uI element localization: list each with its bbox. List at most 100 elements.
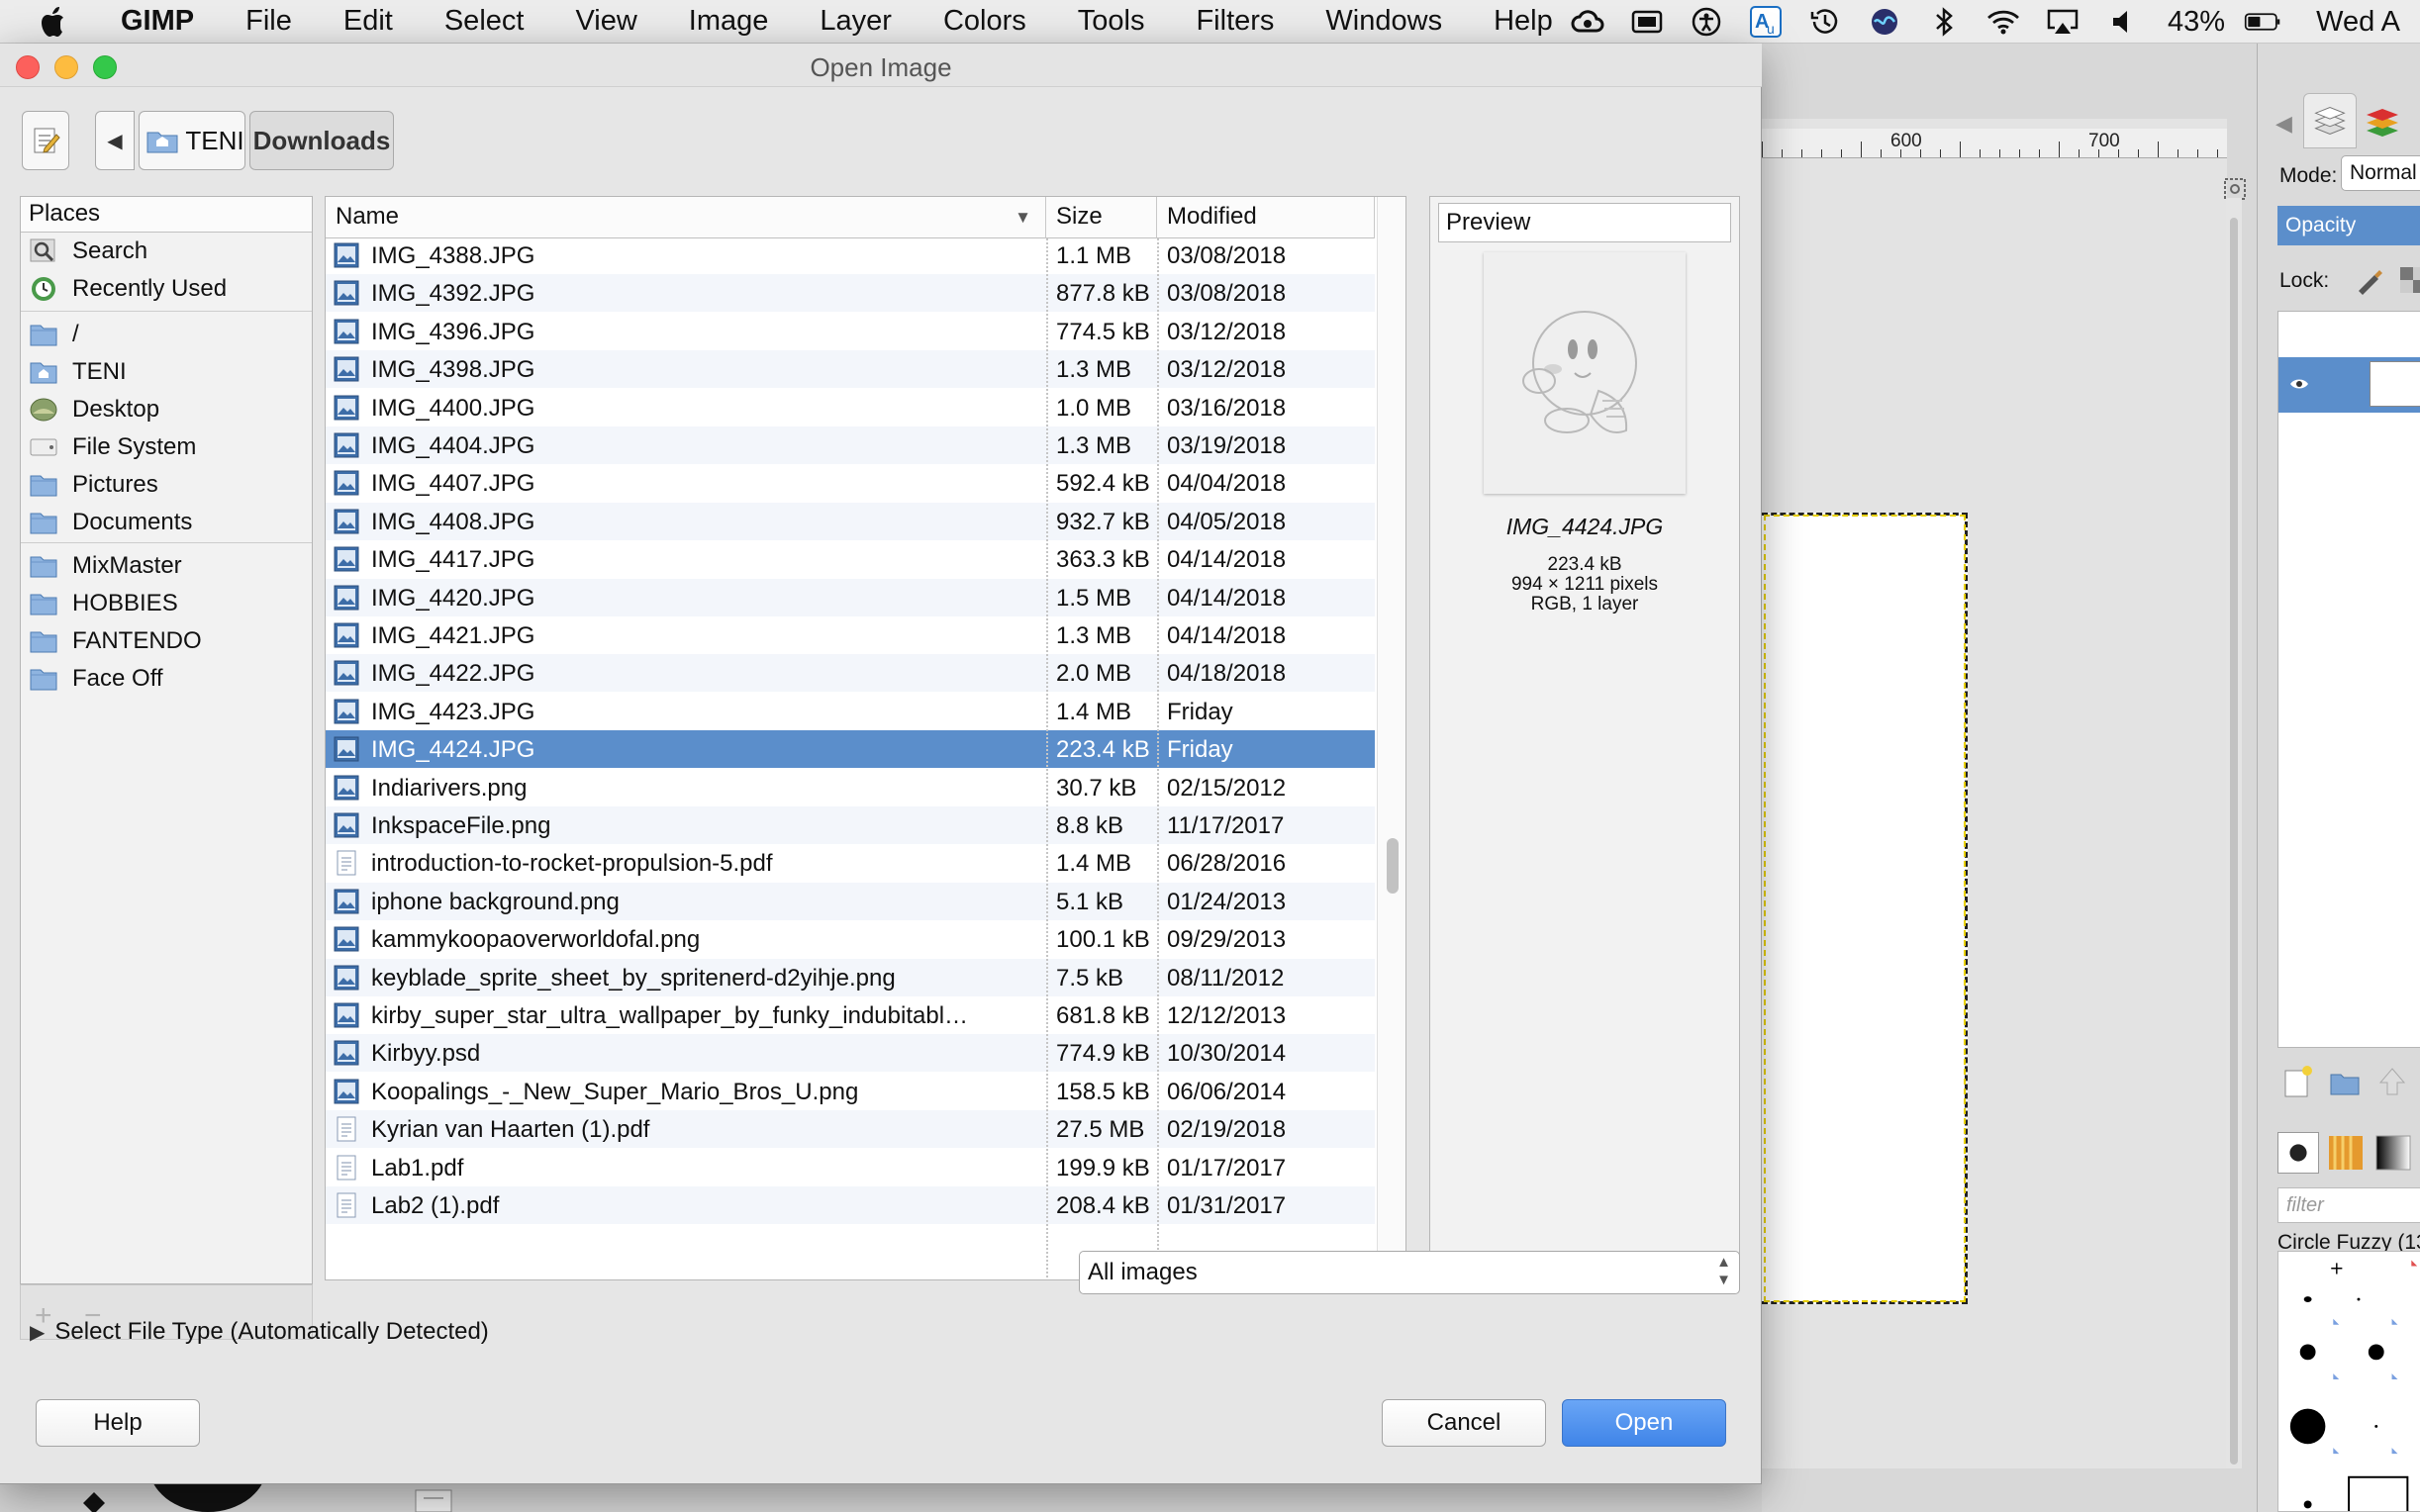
layer-row[interactable]: [2278, 357, 2420, 413]
place-item[interactable]: FANTENDO: [21, 622, 312, 660]
opacity-slider[interactable]: Opacity: [2277, 206, 2420, 245]
airplay-icon[interactable]: [2044, 5, 2081, 39]
place-item[interactable]: File System: [21, 428, 312, 466]
file-row[interactable]: IMG_4400.JPG 1.0 MB 03/16/2018: [326, 389, 1375, 426]
menu-tools[interactable]: Tools: [1052, 5, 1171, 38]
select-file-type-expander[interactable]: ▶ Select File Type (Automatically Detect…: [30, 1318, 489, 1346]
gradients-tab-icon[interactable]: [2372, 1132, 2414, 1174]
file-row[interactable]: kammykoopaoverworldofal.png 100.1 kB 09/29…: [326, 920, 1375, 958]
channels-tab-icon[interactable]: [2357, 93, 2410, 148]
menu-colors[interactable]: Colors: [918, 5, 1052, 38]
dock-menu-arrow-icon[interactable]: ◀: [2275, 111, 2292, 137]
new-layer-icon[interactable]: [2277, 1063, 2317, 1102]
file-row[interactable]: IMG_4422.JPG 2.0 MB 04/18/2018: [326, 654, 1375, 692]
patterns-tab-icon[interactable]: [2325, 1132, 2367, 1174]
menu-image[interactable]: Image: [663, 5, 795, 38]
file-row[interactable]: IMG_4398.JPG 1.3 MB 03/12/2018: [326, 350, 1375, 388]
file-type-filter-select[interactable]: All images ▲ ▼: [1079, 1251, 1740, 1294]
layer-mode-select[interactable]: Normal: [2341, 155, 2420, 191]
column-header-modified[interactable]: Modified: [1157, 197, 1375, 238]
file-row[interactable]: introduction-to-rocket-propulsion-5.pdf 1…: [326, 844, 1375, 882]
path-back-button[interactable]: ◀: [95, 111, 135, 170]
column-header-size[interactable]: Size: [1046, 197, 1157, 238]
file-row[interactable]: IMG_4417.JPG 363.3 kB 04/14/2018: [326, 540, 1375, 578]
image-canvas[interactable]: [1762, 513, 1968, 1304]
file-row[interactable]: iphone background.png 5.1 kB 01/24/2013: [326, 883, 1375, 920]
toolbox-diamond-icon[interactable]: [79, 1490, 109, 1512]
menu-app-name[interactable]: GIMP: [107, 5, 220, 38]
place-item[interactable]: MixMaster: [21, 547, 312, 585]
cancel-button[interactable]: Cancel: [1382, 1399, 1546, 1447]
brushes-tab-icon[interactable]: [2277, 1132, 2319, 1174]
eye-icon[interactable]: [2288, 373, 2310, 395]
window-menu-icon[interactable]: [1628, 5, 1666, 39]
file-row[interactable]: IMG_4392.JPG 877.8 kB 03/08/2018: [326, 274, 1375, 312]
battery-icon[interactable]: [2244, 5, 2281, 39]
place-item[interactable]: HOBBIES: [21, 585, 312, 622]
file-list-scrollbar[interactable]: [1377, 197, 1405, 1279]
menu-windows[interactable]: Windows: [1300, 5, 1468, 38]
file-row[interactable]: IMG_4421.JPG 1.3 MB 04/14/2018: [326, 616, 1375, 654]
place-item[interactable]: Pictures: [21, 466, 312, 504]
file-row[interactable]: IMG_4408.JPG 932.7 kB 04/05/2018: [326, 503, 1375, 540]
lock-alpha-icon[interactable]: [2396, 263, 2420, 297]
accessibility-icon[interactable]: [1688, 5, 1725, 39]
menu-view[interactable]: View: [549, 5, 662, 38]
menu-file[interactable]: File: [220, 5, 318, 38]
place-item[interactable]: /: [21, 316, 312, 353]
file-row[interactable]: Indiarivers.png 30.7 kB 02/15/2012: [326, 769, 1375, 806]
file-row[interactable]: InkspaceFile.png 8.8 kB 11/17/2017: [326, 806, 1375, 844]
type-location-button[interactable]: [22, 111, 69, 170]
place-item[interactable]: Desktop: [21, 391, 312, 428]
file-row[interactable]: IMG_4404.JPG 1.3 MB 03/19/2018: [326, 426, 1375, 464]
foreground-color-icon[interactable]: [144, 1484, 272, 1512]
lock-pixels-icon[interactable]: [2353, 263, 2386, 297]
scrollbar-thumb[interactable]: [1387, 838, 1399, 894]
creative-cloud-icon[interactable]: [1569, 5, 1606, 39]
siri-icon[interactable]: [1866, 5, 1903, 39]
file-row[interactable]: Koopalings_-_New_Super_Mario_Bros_U.png 1…: [326, 1073, 1375, 1110]
file-row[interactable]: keyblade_sprite_sheet_by_spritenerd-d2yi…: [326, 959, 1375, 996]
file-row-selected[interactable]: IMG_4424.JPG 223.4 kB Friday: [326, 730, 1375, 768]
layers-list[interactable]: [2277, 311, 2420, 1048]
place-item[interactable]: Search: [21, 233, 312, 270]
brush-filter-input[interactable]: filter: [2277, 1187, 2420, 1223]
menu-edit[interactable]: Edit: [318, 5, 419, 38]
canvas-vertical-scrollbar[interactable]: [2226, 198, 2242, 1468]
dialog-titlebar[interactable]: Open Image: [0, 44, 1762, 87]
place-item[interactable]: Recently Used: [21, 270, 312, 308]
menu-layer[interactable]: Layer: [794, 5, 918, 38]
new-layer-group-icon[interactable]: [2325, 1063, 2365, 1102]
scrollbar-thumb[interactable]: [2230, 218, 2238, 1465]
breadcrumb-teni[interactable]: TENI: [139, 111, 245, 170]
apple-logo-icon[interactable]: [38, 4, 71, 40]
file-row[interactable]: IMG_4407.JPG 592.4 kB 04/04/2018: [326, 464, 1375, 502]
clock[interactable]: Wed A: [2316, 6, 2400, 39]
raise-layer-icon[interactable]: [2372, 1063, 2412, 1102]
file-row[interactable]: Lab1.pdf 199.9 kB 01/17/2017: [326, 1149, 1375, 1186]
file-row[interactable]: IMG_4388.JPG 1.1 MB 03/08/2018: [326, 238, 1375, 274]
file-list[interactable]: Name ▼ Size Modified IMG_4388.JPG 1.1 MB 0…: [325, 196, 1406, 1280]
menu-filters[interactable]: Filters: [1170, 5, 1300, 38]
menu-select[interactable]: Select: [419, 5, 550, 38]
time-machine-icon[interactable]: [1806, 5, 1844, 39]
file-row[interactable]: Kirbyy.psd 774.9 kB 10/30/2014: [326, 1034, 1375, 1072]
column-header-name[interactable]: Name ▼: [326, 197, 1046, 238]
file-row[interactable]: IMG_4423.JPG 1.4 MB Friday: [326, 693, 1375, 730]
file-row[interactable]: IMG_4396.JPG 774.5 kB 03/12/2018: [326, 313, 1375, 350]
brush-grid[interactable]: +: [2277, 1251, 2420, 1512]
place-item[interactable]: Face Off: [21, 660, 312, 698]
file-row[interactable]: Lab2 (1).pdf 208.4 kB 01/31/2017: [326, 1186, 1375, 1224]
breadcrumb-downloads[interactable]: Downloads: [249, 111, 394, 170]
open-button[interactable]: Open: [1562, 1399, 1726, 1447]
file-row[interactable]: Kyrian van Haarten (1).pdf 27.5 MB 02/19/2…: [326, 1110, 1375, 1148]
help-button[interactable]: Help: [36, 1399, 200, 1447]
file-row[interactable]: kirby_super_star_ultra_wallpaper_by_funk…: [326, 996, 1375, 1034]
file-row[interactable]: IMG_4420.JPG 1.5 MB 04/14/2018: [326, 579, 1375, 616]
volume-icon[interactable]: [2103, 5, 2141, 39]
layers-tab-icon[interactable]: [2303, 93, 2357, 148]
place-item[interactable]: Documents: [21, 504, 312, 541]
bluetooth-icon[interactable]: [1925, 5, 1963, 39]
wifi-icon[interactable]: [1984, 5, 2022, 39]
input-source-icon[interactable]: Au: [1747, 5, 1785, 39]
